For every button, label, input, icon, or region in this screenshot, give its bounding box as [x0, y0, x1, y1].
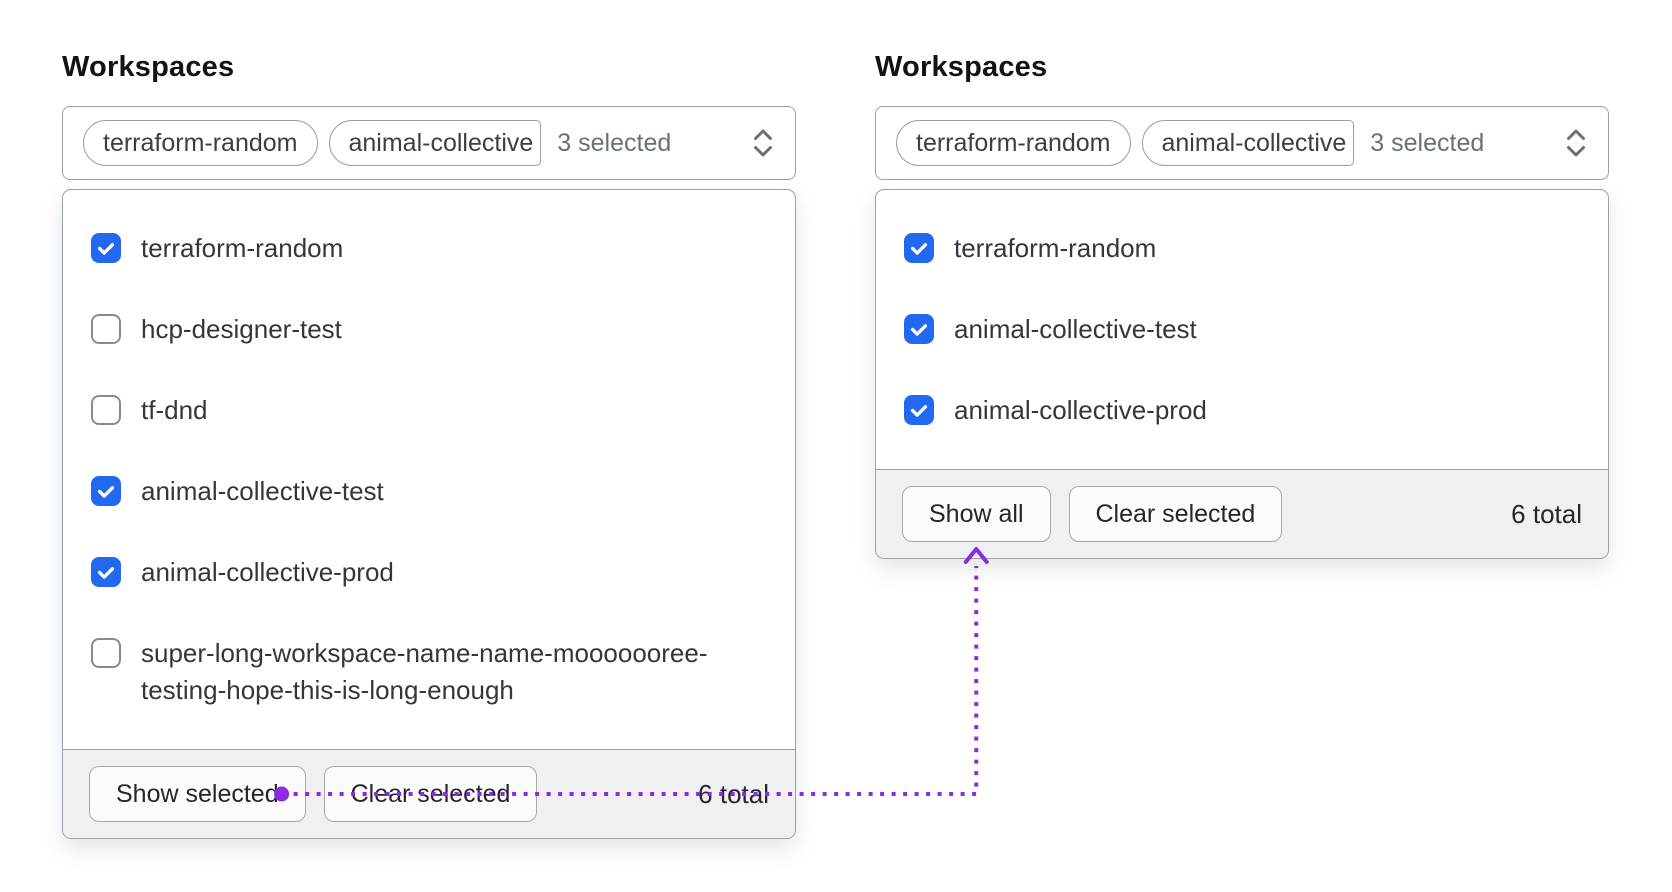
field-label: Workspaces: [62, 51, 235, 83]
options-list: terraform-random hcp-designer-test tf-dnd a…: [63, 190, 795, 749]
checkbox-checked[interactable]: [91, 233, 121, 263]
option-label: terraform-random: [954, 233, 1157, 263]
checkbox-checked[interactable]: [904, 233, 934, 263]
checkbox-unchecked[interactable]: [91, 638, 121, 668]
multiselect-trigger[interactable]: terraform-random animal-collective 3 sele…: [62, 106, 796, 180]
total-count: 6 total: [1511, 498, 1582, 529]
workspace-option-row[interactable]: animal-collective-prod: [876, 370, 1608, 451]
checkbox-unchecked[interactable]: [91, 314, 121, 344]
show-selected-button[interactable]: Show selected: [89, 766, 306, 822]
workspace-option-row[interactable]: hcp-designer-test: [63, 289, 795, 370]
option-label: tf-dnd: [141, 395, 208, 425]
listbox-footer: Show all Clear selected 6 total: [876, 469, 1608, 558]
workspace-option-row[interactable]: tf-dnd: [63, 370, 795, 451]
clear-selected-button[interactable]: Clear selected: [323, 766, 538, 822]
total-count: 6 total: [698, 778, 769, 809]
option-label: super-long-workspace-name-name-moooooore…: [141, 638, 708, 705]
workspace-tag: terraform-random: [83, 120, 318, 166]
checkbox-checked[interactable]: [91, 557, 121, 587]
workspace-option-row[interactable]: animal-collective-test: [876, 289, 1608, 370]
workspace-tag: animal-collective: [1141, 120, 1355, 166]
selected-count: 3 selected: [557, 128, 672, 157]
option-label: animal-collective-test: [954, 314, 1197, 344]
workspace-tag: animal-collective: [328, 120, 542, 166]
show-all-button[interactable]: Show all: [902, 486, 1051, 542]
workspace-option-row[interactable]: animal-collective-prod: [63, 532, 795, 613]
chevron-up-down-icon: [1564, 126, 1588, 160]
workspaces-multiselect-before: Workspaces terraform-random animal-collec…: [62, 50, 796, 839]
listbox-footer: Show selected Clear selected 6 total: [63, 749, 795, 838]
options-listbox: terraform-random animal-collective-test an…: [875, 189, 1609, 559]
option-label: animal-collective-prod: [954, 395, 1207, 425]
selected-tags: terraform-random animal-collective: [896, 120, 1355, 166]
workspaces-multiselect-after: Workspaces terraform-random animal-collec…: [875, 50, 1609, 559]
checkbox-unchecked[interactable]: [91, 395, 121, 425]
option-label: hcp-designer-test: [141, 314, 342, 344]
checkbox-checked[interactable]: [904, 314, 934, 344]
workspace-tag: terraform-random: [896, 120, 1131, 166]
clear-selected-button[interactable]: Clear selected: [1068, 486, 1283, 542]
workspace-option-row[interactable]: super-long-workspace-name-name-moooooore…: [63, 613, 795, 731]
options-list: terraform-random animal-collective-test an…: [876, 190, 1608, 469]
field-label: Workspaces: [875, 51, 1048, 83]
multiselect-trigger[interactable]: terraform-random animal-collective 3 sele…: [875, 106, 1609, 180]
workspace-option-row[interactable]: animal-collective-test: [63, 451, 795, 532]
option-label: terraform-random: [141, 233, 344, 263]
selected-tags: terraform-random animal-collective: [83, 120, 542, 166]
option-label: animal-collective-test: [141, 476, 384, 506]
options-listbox: terraform-random hcp-designer-test tf-dnd a…: [62, 189, 796, 839]
chevron-up-down-icon: [751, 126, 775, 160]
selected-count: 3 selected: [1370, 128, 1485, 157]
checkbox-checked[interactable]: [904, 395, 934, 425]
checkbox-checked[interactable]: [91, 476, 121, 506]
workspace-option-row[interactable]: terraform-random: [63, 208, 795, 289]
workspace-option-row[interactable]: terraform-random: [876, 208, 1608, 289]
option-label: animal-collective-prod: [141, 557, 394, 587]
